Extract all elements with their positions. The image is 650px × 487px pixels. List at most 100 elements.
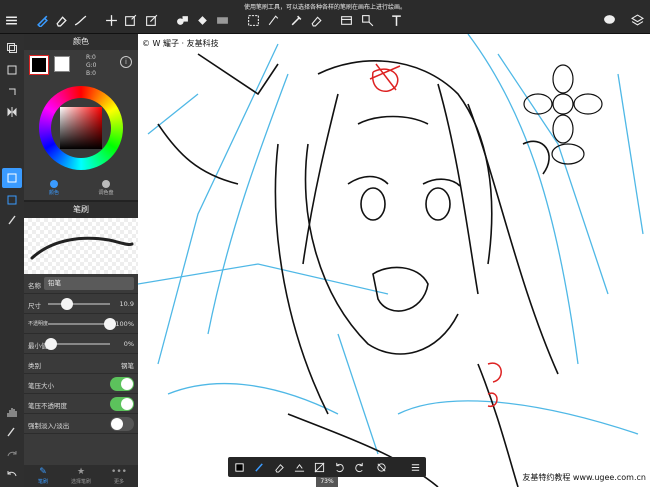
eyedropper-tool-icon[interactable] [287, 11, 305, 29]
select-eraser-icon[interactable] [307, 11, 325, 29]
brush-name-row: 名称 铅笔 [24, 274, 138, 294]
bucket-tool-icon[interactable] [193, 11, 211, 29]
comment-icon[interactable] [600, 11, 618, 29]
menu-icon[interactable] [2, 11, 20, 29]
red-annotations [369, 63, 502, 407]
pressure-size-row: 笔压大小 [24, 374, 138, 394]
min-value: 0% [123, 340, 134, 348]
crop-tool-icon[interactable] [142, 11, 160, 29]
reset-rotation-icon[interactable] [374, 460, 388, 474]
opacity-value: 100% [115, 320, 134, 328]
flower-ornament [523, 64, 603, 165]
rgb-b: B:0 [86, 70, 96, 77]
layer-panel-toggle[interactable] [2, 190, 22, 210]
opacity-label: 不透明度 [28, 321, 49, 327]
frame-tool-icon[interactable] [358, 11, 376, 29]
size-label: 尺寸 [28, 302, 41, 310]
fade-toggle[interactable] [110, 417, 134, 431]
transform-tool-icon[interactable] [121, 11, 139, 29]
brush-min-row: 最小值 0% [24, 334, 138, 354]
pressure-opacity-row: 笔压不透明度 [24, 394, 138, 414]
gradient-tool-icon[interactable] [213, 11, 231, 29]
left-tool-strip [0, 34, 24, 487]
color-swatches: R:0 G:0 B:0 i [24, 50, 138, 80]
paste-icon[interactable] [2, 60, 22, 80]
brush-preview [24, 218, 138, 274]
color-panel-title: 颜色 [24, 34, 138, 50]
side-panel: 颜色 R:0 G:0 B:0 i 颜色 调色盘 笔刷 名称 铅笔 尺寸 10.9… [24, 34, 138, 487]
lasso-tool-icon[interactable] [264, 11, 282, 29]
rotate-left-icon[interactable] [332, 460, 346, 474]
flip-icon[interactable] [2, 102, 22, 122]
eraser-tool-icon[interactable] [52, 11, 70, 29]
min-slider[interactable] [45, 338, 110, 350]
top-toolbar: 使用笔刷工具，可以选择各种各样的笔刷在画布上进行绘画。 [0, 0, 650, 34]
brush-panel-toggle[interactable] [2, 210, 22, 230]
pressure-opacity-label: 笔压不透明度 [28, 402, 67, 410]
panel-tool-icon[interactable] [337, 11, 355, 29]
primary-color-swatch[interactable] [29, 55, 49, 75]
stabilizer-icon[interactable] [292, 460, 306, 474]
smudge-tool-icon[interactable] [71, 11, 89, 29]
tab-select-brush[interactable]: ★ 选择笔刷 [62, 467, 100, 485]
layers-icon[interactable] [628, 11, 646, 29]
saturation-value-square[interactable] [60, 107, 102, 149]
selection-tool-icon[interactable] [244, 11, 262, 29]
hand-icon[interactable] [2, 402, 22, 422]
drawing-canvas[interactable]: © W 耀子 · 友基科技 友基特约教程 www.ugee.com.cn [138, 34, 650, 487]
brush-tab-icon: ✎ [39, 467, 47, 477]
size-slider-knob[interactable] [60, 298, 73, 310]
color-swatch-icon[interactable] [232, 460, 246, 474]
secondary-color-swatch[interactable] [54, 56, 70, 72]
star-icon: ★ [76, 467, 86, 477]
brush-name-label: 名称 [28, 282, 41, 290]
color-wheel-area [24, 80, 138, 180]
brush-panel-title: 笔刷 [24, 202, 138, 218]
line-art [138, 34, 644, 487]
opacity-slider[interactable] [48, 318, 116, 330]
eraser-icon[interactable] [272, 460, 286, 474]
category-value: 钢笔 [121, 362, 134, 370]
rgb-readout: R:0 G:0 B:0 [86, 54, 97, 78]
category-label: 类别 [28, 362, 41, 370]
quick-menu-icon[interactable] [408, 460, 422, 474]
brush-icon[interactable] [252, 460, 266, 474]
tab-brush[interactable]: ✎ 笔刷 [24, 467, 62, 485]
copy-icon[interactable] [2, 38, 22, 58]
info-icon[interactable]: i [120, 56, 132, 68]
watermark-text: 友基特约教程 www.ugee.com.cn [522, 473, 646, 482]
fill-tool-icon[interactable] [173, 11, 191, 29]
size-value: 10.9 [119, 300, 134, 308]
size-slider[interactable] [48, 298, 110, 310]
color-mode-wheel[interactable]: 颜色 [34, 180, 74, 196]
fade-row: 强制淡入/淡出 [24, 414, 138, 434]
ruler-icon[interactable] [312, 460, 326, 474]
undo-icon[interactable] [2, 464, 22, 484]
tab-more[interactable]: ••• 更多 [100, 467, 138, 485]
pressure-size-toggle[interactable] [110, 377, 134, 391]
opacity-slider-knob[interactable] [104, 318, 116, 330]
min-slider-knob[interactable] [45, 338, 58, 350]
move-tool-icon[interactable] [102, 11, 120, 29]
redo-icon[interactable] [2, 444, 22, 464]
pen-icon[interactable] [2, 422, 22, 442]
bottom-quick-bar [228, 457, 426, 477]
rotate-icon[interactable] [2, 82, 22, 102]
pressure-opacity-toggle[interactable] [110, 397, 134, 411]
more-icon: ••• [111, 467, 127, 477]
text-tool-icon[interactable] [387, 11, 405, 29]
zoom-level: 73% [316, 477, 338, 487]
brush-opacity-row: 不透明度 100% [24, 314, 138, 334]
copyright-text: © W 耀子 · 友基科技 [142, 39, 219, 48]
color-mode-tabs: 颜色 调色盘 [24, 180, 138, 200]
brush-category-row[interactable]: 类别 钢笔 [24, 354, 138, 374]
color-panel-toggle[interactable] [2, 168, 22, 188]
brush-name-field[interactable]: 铅笔 [44, 277, 134, 290]
rotate-right-icon[interactable] [352, 460, 366, 474]
fade-label: 强制淡入/淡出 [28, 422, 70, 430]
panel-tabs: ✎ 笔刷 ★ 选择笔刷 ••• 更多 [24, 465, 138, 487]
brush-tool-icon[interactable] [33, 11, 51, 29]
rgb-r: R:0 [86, 54, 96, 61]
color-mode-palette[interactable]: 调色盘 [86, 180, 126, 196]
rgb-g: G:0 [86, 62, 97, 69]
